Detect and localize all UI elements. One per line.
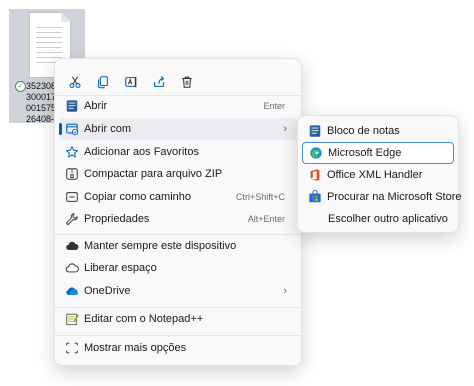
open-with-submenu: Bloco de notas Microsoft Edge Office XML…	[297, 115, 462, 233]
notepadpp-icon	[65, 312, 79, 326]
menu-item-label: Abrir	[84, 100, 108, 112]
submenu-item-label: Office XML Handler	[327, 169, 423, 181]
submenu-item-microsoft-edge[interactable]: Microsoft Edge	[302, 142, 454, 164]
shortcut-hint: Alt+Enter	[247, 214, 285, 224]
copy-icon	[98, 76, 108, 89]
zip-archive-icon	[65, 167, 79, 181]
copy-button[interactable]	[89, 67, 117, 97]
cloud-outline-icon	[65, 261, 79, 275]
submenu-item-notepad[interactable]: Bloco de notas	[302, 120, 454, 142]
menu-item-label: Mostrar mais opções	[84, 342, 187, 354]
menu-item-copy-as-path[interactable]: Copiar como caminho Ctrl+Shift+C	[59, 186, 297, 208]
cloud-filled-icon	[65, 239, 79, 253]
menu-item-label: Abrir com	[84, 123, 132, 135]
menu-item-edit-notepadpp[interactable]: Editar com o Notepad++	[59, 308, 297, 330]
cut-button[interactable]	[61, 67, 89, 97]
star-icon	[65, 145, 79, 159]
menu-item-label: Editar com o Notepad++	[84, 313, 204, 325]
menu-item-label: Compactar para arquivo ZIP	[84, 168, 223, 180]
submenu-item-label: Microsoft Edge	[328, 147, 402, 159]
menu-item-open-with[interactable]: Abrir com ›	[59, 118, 297, 140]
menu-item-label: Propriedades	[84, 213, 150, 225]
share-button[interactable]	[145, 67, 173, 97]
notepad-app-icon	[308, 124, 322, 138]
submenu-item-label: Escolher outro aplicativo	[328, 213, 448, 225]
hover-indicator	[59, 123, 62, 135]
wrench-icon	[65, 212, 79, 226]
sync-status-check-icon: ✓	[15, 81, 26, 92]
submenu-item-label: Bloco de notas	[327, 125, 400, 137]
menu-item-add-favorites[interactable]: Adicionar aos Favoritos	[59, 141, 297, 163]
menu-divider	[55, 335, 301, 336]
notepad-app-icon	[65, 99, 79, 113]
more-options-icon	[65, 341, 79, 355]
shortcut-hint: Ctrl+Shift+C	[235, 192, 285, 202]
rename-button[interactable]	[117, 67, 145, 97]
menu-item-compress-zip[interactable]: Compactar para arquivo ZIP	[59, 163, 297, 185]
menu-item-show-more-options[interactable]: Mostrar mais opções	[59, 337, 297, 359]
office-icon	[308, 168, 322, 182]
rename-icon	[125, 76, 137, 88]
menu-item-label: OneDrive	[84, 285, 131, 297]
copy-path-icon	[65, 190, 79, 204]
onedrive-icon	[65, 284, 79, 298]
menu-item-open[interactable]: Abrir Enter	[59, 95, 297, 117]
context-toolbar	[61, 67, 201, 97]
delete-button[interactable]	[173, 67, 201, 97]
context-menu: Abrir Enter Abrir com › Adicionar aos Fa…	[54, 58, 302, 366]
menu-item-label: Copiar como caminho	[84, 191, 191, 203]
menu-item-properties[interactable]: Propriedades Alt+Enter	[59, 208, 297, 230]
submenu-item-office-xml-handler[interactable]: Office XML Handler	[302, 164, 454, 186]
submenu-item-microsoft-store[interactable]: Procurar na Microsoft Store	[302, 186, 462, 208]
microsoft-store-icon	[308, 190, 322, 204]
trash-icon	[182, 76, 192, 88]
submenu-item-choose-another-app[interactable]: Escolher outro aplicativo	[302, 208, 454, 230]
menu-item-label: Manter sempre este dispositivo	[84, 240, 237, 252]
edge-icon	[309, 146, 323, 160]
menu-item-always-keep[interactable]: Manter sempre este dispositivo	[59, 235, 297, 257]
submenu-item-label: Procurar na Microsoft Store	[327, 191, 462, 203]
chevron-right-icon: ›	[283, 123, 287, 135]
chevron-right-icon: ›	[283, 285, 287, 297]
scissors-icon	[69, 76, 81, 88]
open-with-icon	[65, 122, 79, 136]
shortcut-hint: Enter	[263, 101, 285, 111]
menu-item-onedrive[interactable]: OneDrive ›	[59, 280, 297, 302]
share-icon	[154, 75, 165, 87]
menu-item-label: Liberar espaço	[84, 262, 157, 274]
menu-item-label: Adicionar aos Favoritos	[84, 146, 199, 158]
menu-item-free-space[interactable]: Liberar espaço	[59, 257, 297, 279]
